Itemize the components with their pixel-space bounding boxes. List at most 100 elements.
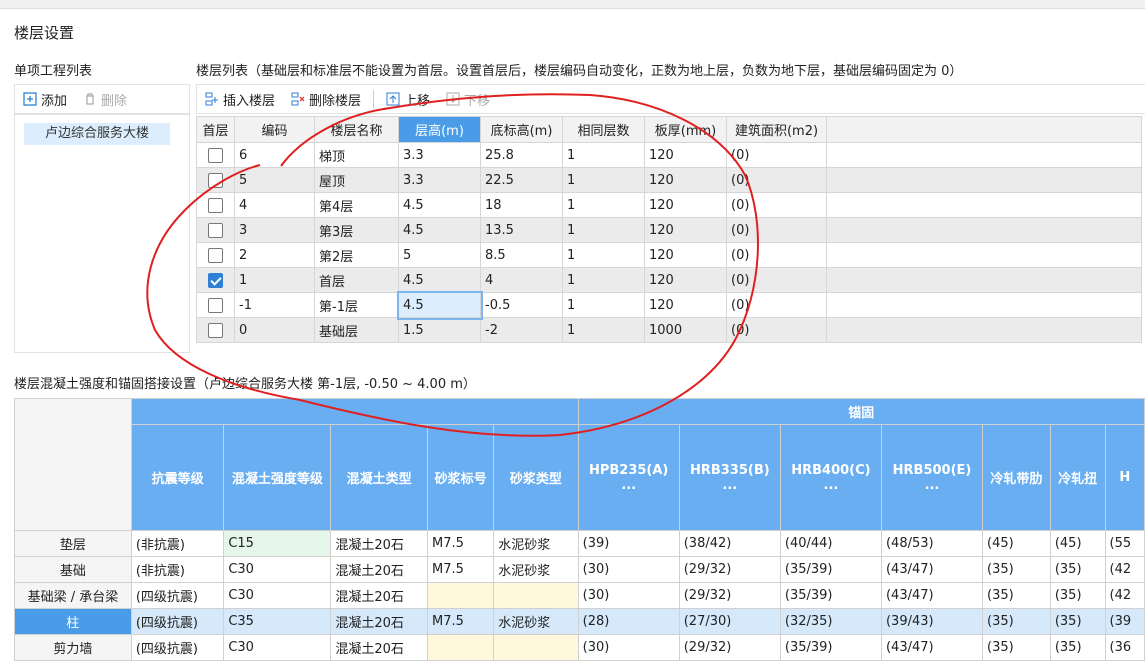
concrete-cell[interactable]: C30 [223, 582, 332, 609]
delete-project-button[interactable]: 删除 [75, 86, 135, 112]
first-cell[interactable] [196, 267, 235, 293]
concrete-row-name[interactable]: 基础梁 / 承台梁 [14, 582, 132, 609]
code-cell[interactable]: 3 [234, 217, 315, 243]
concrete-cell[interactable]: (四级抗震) [130, 634, 225, 661]
concrete-col-header[interactable]: HRB400(C) ... [779, 424, 882, 531]
bottom-cell[interactable]: 4 [480, 267, 563, 293]
concrete-cell[interactable]: (四级抗震) [130, 582, 225, 609]
name-cell[interactable]: 第2层 [314, 242, 399, 268]
concrete-col-header[interactable]: 冷轧带肋 [982, 424, 1051, 531]
move-down-button[interactable]: 下移 [438, 86, 498, 112]
concrete-col-header[interactable]: H [1104, 424, 1145, 531]
concrete-row-name[interactable]: 基础 [14, 556, 132, 583]
bottom-cell[interactable]: 13.5 [480, 217, 563, 243]
height-cell[interactable]: 4.5 [398, 217, 481, 243]
concrete-cell[interactable]: (35) [982, 634, 1051, 661]
name-cell[interactable]: 屋顶 [314, 167, 399, 193]
concrete-col-header[interactable]: 混凝土强度等级 [223, 424, 332, 531]
concrete-cell[interactable] [426, 582, 495, 609]
code-cell[interactable]: 4 [234, 192, 315, 218]
floor-row[interactable]: 3 第3层 4.5 13.5 1 120 (0) [196, 217, 1142, 243]
concrete-cell[interactable]: C15 [223, 530, 332, 557]
col-bottom[interactable]: 底标高(m) [480, 116, 563, 143]
floor-row[interactable]: 0 基础层 1.5 -2 1 1000 (0) [196, 317, 1142, 343]
floor-row[interactable]: 2 第2层 5 8.5 1 120 (0) [196, 242, 1142, 268]
code-cell[interactable]: -1 [234, 292, 315, 318]
concrete-cell[interactable]: (30) [577, 556, 680, 583]
thick-cell[interactable]: 120 [644, 167, 727, 193]
concrete-cell[interactable]: (35) [982, 608, 1051, 635]
first-floor-checkbox[interactable] [208, 147, 223, 163]
bottom-cell[interactable]: -2 [480, 317, 563, 343]
name-cell[interactable]: 梯顶 [314, 142, 399, 168]
col-code[interactable]: 编码 [234, 116, 315, 143]
delete-floor-button[interactable]: 删除楼层 [283, 86, 369, 112]
add-button[interactable]: 添加 [15, 86, 75, 112]
bottom-cell[interactable]: -0.5 [480, 292, 563, 318]
insert-floor-button[interactable]: 插入楼层 [197, 86, 283, 112]
name-cell[interactable]: 基础层 [314, 317, 399, 343]
project-item[interactable]: 卢边综合服务大楼 [24, 123, 170, 145]
concrete-row-name[interactable]: 柱 [14, 608, 132, 635]
thick-cell[interactable]: 120 [644, 292, 727, 318]
concrete-cell[interactable]: (35/39) [779, 556, 882, 583]
concrete-cell[interactable]: 混凝土20石 [330, 634, 428, 661]
floor-row[interactable]: 4 第4层 4.5 18 1 120 (0) [196, 192, 1142, 218]
same-cell[interactable]: 1 [562, 242, 645, 268]
concrete-cell[interactable]: (35/39) [779, 634, 882, 661]
same-cell[interactable]: 1 [562, 267, 645, 293]
concrete-cell[interactable]: (29/32) [678, 634, 781, 661]
name-cell[interactable]: 第4层 [314, 192, 399, 218]
col-same[interactable]: 相同层数 [562, 116, 645, 143]
area-cell[interactable]: (0) [726, 142, 827, 168]
concrete-cell[interactable]: (40/44) [779, 530, 882, 557]
first-cell[interactable] [196, 167, 235, 193]
move-up-button[interactable]: 上移 [378, 86, 438, 112]
concrete-cell[interactable]: (48/53) [880, 530, 984, 557]
code-cell[interactable]: 1 [234, 267, 315, 293]
concrete-col-header[interactable]: 混凝土类型 [330, 424, 428, 531]
height-cell[interactable]: 4.5 [398, 192, 481, 218]
concrete-cell[interactable] [493, 634, 579, 661]
name-cell[interactable]: 首层 [314, 267, 399, 293]
concrete-cell[interactable]: M7.5 [426, 608, 495, 635]
thick-cell[interactable]: 120 [644, 142, 727, 168]
first-floor-checkbox[interactable] [208, 297, 223, 313]
area-cell[interactable]: (0) [726, 317, 827, 343]
concrete-cell[interactable]: (39) [577, 530, 680, 557]
concrete-col-header[interactable]: HRB335(B) ... [678, 424, 781, 531]
concrete-cell[interactable]: (28) [577, 608, 680, 635]
concrete-cell[interactable]: (35) [1049, 556, 1106, 583]
first-floor-checkbox[interactable] [208, 222, 223, 238]
col-first[interactable]: 首层 [196, 116, 235, 143]
concrete-cell[interactable]: (35) [1049, 634, 1106, 661]
height-cell[interactable]: 1.5 [398, 317, 481, 343]
concrete-col-header[interactable]: HPB235(A) ... [577, 424, 680, 531]
first-cell[interactable] [196, 217, 235, 243]
code-cell[interactable]: 5 [234, 167, 315, 193]
concrete-row[interactable]: 剪力墙 (四级抗震) C30 混凝土20石 (30) (29/32) (35/39) (43/… [14, 634, 1145, 661]
concrete-cell[interactable]: 混凝土20石 [330, 582, 428, 609]
col-thick[interactable]: 板厚(mm) [644, 116, 727, 143]
concrete-col-header[interactable]: 砂浆标号 [426, 424, 495, 531]
concrete-col-header[interactable]: 砂浆类型 [493, 424, 579, 531]
concrete-cell[interactable]: (27/30) [678, 608, 781, 635]
bottom-cell[interactable]: 18 [480, 192, 563, 218]
floor-row[interactable]: -1 第-1层 4.5 -0.5 1 120 (0) [196, 290, 1142, 320]
concrete-cell[interactable]: (35) [982, 582, 1051, 609]
concrete-cell[interactable]: (非抗震) [130, 556, 225, 583]
concrete-row[interactable]: 基础梁 / 承台梁 (四级抗震) C30 混凝土20石 (30) (29/32) (35/3… [14, 582, 1145, 609]
concrete-cell[interactable]: (39 [1104, 608, 1145, 635]
first-cell[interactable] [196, 142, 235, 168]
code-cell[interactable]: 0 [234, 317, 315, 343]
bottom-cell[interactable]: 25.8 [480, 142, 563, 168]
concrete-cell[interactable]: (35) [982, 556, 1051, 583]
concrete-col-header[interactable]: 冷轧扭 [1049, 424, 1106, 531]
area-cell[interactable]: (0) [726, 292, 827, 318]
first-cell[interactable] [196, 242, 235, 268]
col-height[interactable]: 层高(m) [398, 116, 481, 143]
concrete-cell[interactable]: (43/47) [880, 634, 984, 661]
first-cell[interactable] [196, 317, 235, 343]
floor-row[interactable]: 5 屋顶 3.3 22.5 1 120 (0) [196, 167, 1142, 193]
concrete-cell[interactable]: 水泥砂浆 [493, 556, 579, 583]
